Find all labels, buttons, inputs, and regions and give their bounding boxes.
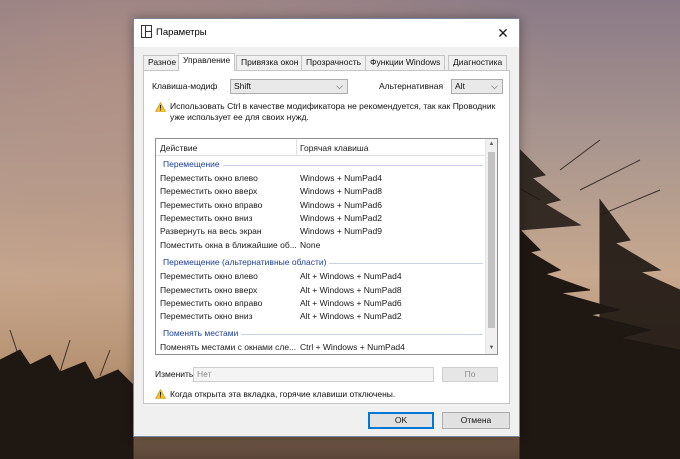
list-item[interactable]: Переместить окно вверх Windows + NumPad8: [156, 185, 486, 198]
hotkey-cell: Windows + NumPad2: [300, 213, 382, 223]
scroll-down-arrow-icon[interactable]: ▼: [486, 343, 497, 354]
hotkey-list[interactable]: Действие Горячая клавиша Перемещение Пер…: [155, 138, 498, 355]
action-cell: Переместить окно влево: [160, 173, 258, 183]
alternative-label: Альтернативная: [379, 81, 444, 91]
settings-window: Параметры ✕ Разное Управление Привязка о…: [133, 18, 520, 437]
hotkey-cell: Alt + Windows + NumPad6: [300, 298, 402, 308]
tab-transparency[interactable]: Прозрачность: [301, 55, 367, 70]
window-title: Параметры: [156, 27, 207, 38]
title-bar[interactable]: Параметры ✕: [134, 19, 519, 47]
column-header-action[interactable]: Действие: [160, 143, 197, 153]
group-title: Перемещение (альтернативные области): [163, 257, 330, 267]
hotkey-cell: Windows + NumPad4: [300, 173, 382, 183]
app-icon: [141, 25, 152, 38]
column-divider[interactable]: [296, 139, 297, 155]
tab-window-snapping[interactable]: Привязка окон: [236, 55, 304, 70]
close-icon[interactable]: ✕: [493, 23, 513, 43]
apply-hotkey-button[interactable]: По: [442, 367, 498, 382]
hotkey-cell: Windows + NumPad8: [300, 186, 382, 196]
hotkey-input[interactable]: Нет: [193, 367, 434, 382]
vertical-scrollbar[interactable]: ▲ ▼: [485, 139, 497, 354]
modifier-label: Клавиша-модиф: [152, 81, 218, 91]
list-item[interactable]: Переместить окно влево Windows + NumPad4: [156, 172, 486, 185]
list-item[interactable]: Переместить окно вниз Alt + Windows + Nu…: [156, 310, 486, 323]
hotkeys-disabled-note: Когда открыта эта вкладка, горячие клави…: [170, 389, 396, 399]
action-cell: Развернуть на весь экран: [160, 226, 262, 236]
list-item[interactable]: Поместить окна в ближайшие об... None: [156, 239, 486, 252]
warning-icon: [155, 102, 166, 112]
alternative-select[interactable]: Alt ⌵: [451, 79, 503, 94]
tab-control[interactable]: Управление: [178, 53, 236, 71]
action-cell: Переместить окно вниз: [160, 311, 253, 321]
hotkey-cell: Alt + Windows + NumPad4: [300, 271, 402, 281]
action-cell: Поместить окна в ближайшие об...: [160, 240, 296, 250]
action-cell: Переместить окно влево: [160, 271, 258, 281]
list-item[interactable]: Поменять местами с окнами сле... Ctrl + …: [156, 341, 486, 354]
action-cell: Переместить окно вверх: [160, 285, 258, 295]
list-item[interactable]: Переместить окно вправо Windows + NumPad…: [156, 199, 486, 212]
group-title: Поменять местами: [163, 328, 242, 338]
tab-windows-features[interactable]: Функции Windows: [365, 55, 446, 70]
group-header[interactable]: Поменять местами: [156, 327, 486, 340]
hotkey-cell: Ctrl + Windows + NumPad4: [300, 342, 405, 352]
list-item[interactable]: Развернуть на весь экран Windows + NumPa…: [156, 225, 486, 238]
modifier-select[interactable]: Shift ⌵: [230, 79, 348, 94]
change-label: Изменить:: [155, 369, 196, 379]
tab-misc[interactable]: Разное: [143, 55, 182, 70]
scroll-up-arrow-icon[interactable]: ▲: [486, 139, 497, 150]
list-item[interactable]: Переместить окно вверх Alt + Windows + N…: [156, 284, 486, 297]
group-title: Перемещение: [163, 159, 223, 169]
action-cell: Переместить окно вниз: [160, 213, 253, 223]
group-header[interactable]: Перемещение (альтернативные области): [156, 256, 486, 269]
ok-button[interactable]: OK: [368, 412, 434, 429]
list-item[interactable]: Переместить окно вниз Windows + NumPad2: [156, 212, 486, 225]
action-cell: Переместить окно вправо: [160, 200, 263, 210]
warning-icon: [155, 389, 166, 399]
chevron-down-icon: ⌵: [491, 81, 498, 91]
action-cell: Переместить окно вверх: [160, 186, 258, 196]
modifier-select-value: Shift: [234, 81, 252, 91]
action-cell: Поменять местами с окнами сле...: [160, 342, 296, 352]
scrollbar-thumb[interactable]: [488, 152, 495, 328]
tab-panel-control: Клавиша-модиф Shift ⌵ Альтернативная Alt…: [143, 70, 510, 404]
chevron-down-icon: ⌵: [336, 81, 343, 91]
hotkey-cell: Alt + Windows + NumPad2: [300, 311, 402, 321]
group-header[interactable]: Перемещение: [156, 158, 486, 171]
hotkey-cell: None: [300, 240, 321, 250]
ctrl-warning-line1: Использовать Ctrl в качестве модификатор…: [170, 101, 496, 111]
hotkey-cell: Windows + NumPad6: [300, 200, 382, 210]
tab-diagnostics[interactable]: Диагностика: [448, 55, 508, 70]
action-cell: Переместить окно вправо: [160, 298, 263, 308]
alternative-select-value: Alt: [455, 81, 465, 91]
ctrl-warning-line2: уже использует ее для своих нужд.: [170, 112, 309, 122]
list-item[interactable]: Переместить окно влево Alt + Windows + N…: [156, 270, 486, 283]
list-item[interactable]: Переместить окно вправо Alt + Windows + …: [156, 297, 486, 310]
cancel-button[interactable]: Отмена: [442, 412, 510, 429]
list-header: Действие Горячая клавиша: [156, 139, 486, 156]
hotkey-cell: Windows + NumPad9: [300, 226, 382, 236]
column-header-hotkey[interactable]: Горячая клавиша: [300, 143, 368, 153]
hotkey-cell: Alt + Windows + NumPad8: [300, 285, 402, 295]
